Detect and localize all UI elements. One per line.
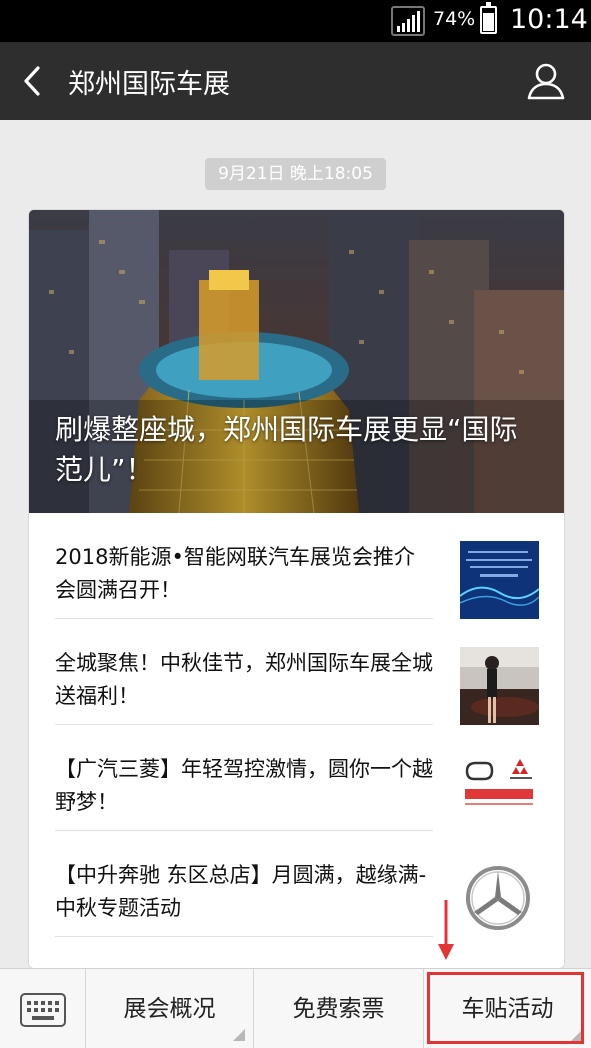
article-item-title: 全城聚焦！中秋佳节，郑州国际车展全城送福利！	[55, 651, 433, 708]
article-item[interactable]: 【中升奔驰 东区总店】月圆满，越缘满-中秋专题活动	[29, 831, 564, 937]
mercedes-benz-logo	[460, 859, 539, 937]
article-item[interactable]: 全城聚焦！中秋佳节，郑州国际车展全城送福利！	[29, 619, 564, 725]
menu-label: 展会概况	[123, 996, 216, 1022]
title-bar: 郑州国际车展	[0, 42, 591, 120]
profile-icon[interactable]	[524, 60, 568, 104]
back-icon[interactable]	[18, 64, 52, 98]
keyboard-toggle-button[interactable]	[0, 969, 86, 1048]
cover-title: 刷爆整座城，郑州国际车展更显“国际范儿”！	[55, 413, 518, 486]
down-arrow-icon	[438, 900, 454, 960]
article-card[interactable]: 刷爆整座城，郑州国际车展更显“国际范儿”！ 2018新能源•智能网联汽车展览会推…	[28, 209, 565, 969]
signal-icon	[391, 6, 425, 36]
menu-expo-overview[interactable]: 展会概况	[86, 969, 254, 1048]
submenu-indicator-icon	[233, 1029, 245, 1041]
menu-label: 免费索票	[292, 996, 385, 1022]
battery-icon	[480, 2, 497, 34]
auto-show-model-image	[460, 647, 539, 725]
clock: 10:14	[510, 4, 588, 35]
page-title: 郑州国际车展	[68, 69, 230, 99]
article-item-title: 【广汽三菱】年轻驾控激情，圆你一个越野梦！	[55, 757, 433, 814]
battery-percent: 74%	[433, 8, 476, 30]
highlight-box	[427, 972, 584, 1044]
gac-mitsubishi-logo	[460, 753, 539, 831]
article-item[interactable]: 【广汽三菱】年轻驾控激情，圆你一个越野梦！	[29, 725, 564, 831]
event-poster-image	[460, 541, 539, 619]
article-item-title: 【中升奔驰 东区总店】月圆满，越缘满-中秋专题活动	[55, 863, 427, 920]
keyboard-icon	[20, 993, 66, 1027]
status-bar: 74% 10:14	[0, 0, 591, 42]
menu-free-tickets[interactable]: 免费索票	[254, 969, 424, 1048]
article-item[interactable]: 2018新能源•智能网联汽车展览会推介会圆满召开！	[29, 513, 564, 619]
divider	[55, 936, 433, 937]
message-timestamp: 9月21日 晚上18:05	[205, 158, 386, 190]
cover-article[interactable]: 刷爆整座城，郑州国际车展更显“国际范儿”！	[29, 210, 564, 513]
article-item-title: 2018新能源•智能网联汽车展览会推介会圆满召开！	[55, 545, 415, 602]
